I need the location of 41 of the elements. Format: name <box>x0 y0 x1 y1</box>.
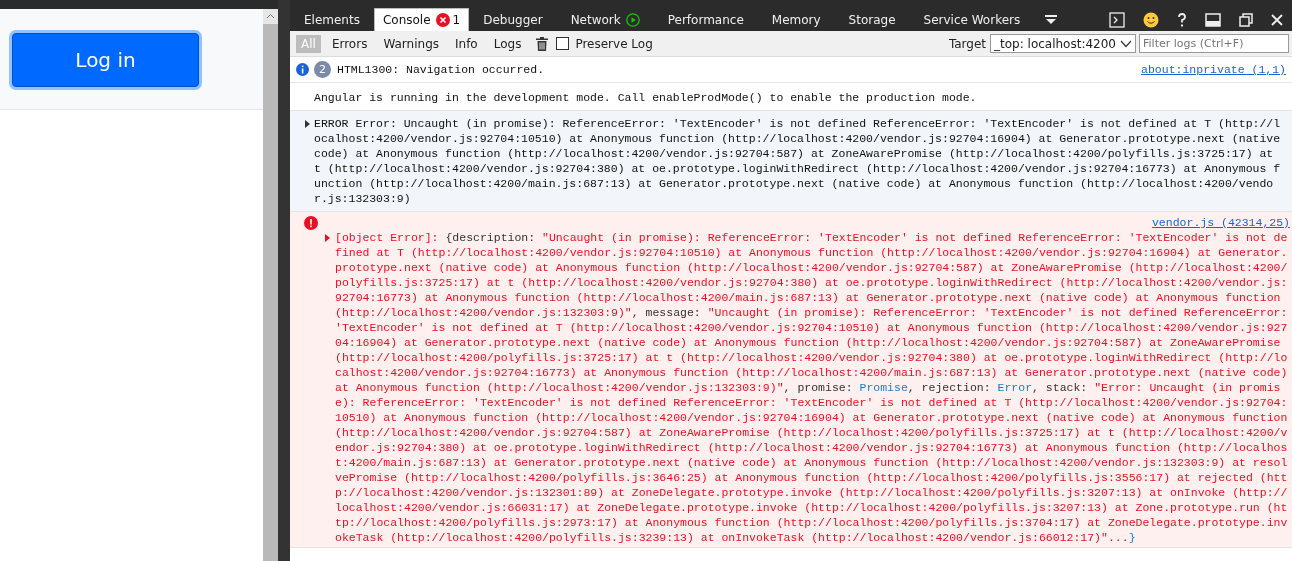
console-message: HTML1300: Navigation occurred. <box>337 62 546 77</box>
preserve-log-label: Preserve Log <box>575 36 653 51</box>
devtools-tab[interactable]: Service Workers <box>909 7 1035 32</box>
error-object-message: [object Error]: {description: "Uncaught (in promise): ReferenceError: 'TextEncoder' is not defined ReferenceError: 'TextEncoder' is not defined at T (http://localhost:4200/vendor.js:92704:10510) at Anonymous function (http://localhost:4200/vendor.js:92704:16904) at Generator.prototype.next (native code) at Anonymous function (http://localhost:4200/vendor.js:92704:587) at ZoneAwarePromise (http://localhost:4200/polyfills.js:3725:17) at t (http://localhost:4200/vendor.js:92704:380) at oe.prototype.loginWithRedirect (http://localhost:4200/vendor.js:92704:16773) at Anonymous function (http://localhost:4200/main.js:687:13) at Generator.prototype.next (native code) at Anonymous function (http://localhost:4200/vendor.js:132303:9)", message: "Uncaught (in promise): ReferenceError: 'TextEncoder' is not defined ReferenceError: 'TextEncoder' is not defined at T (http://localhost:4200/vendor.js:92704:10510) at Anonymous function (http://localhost:4200/vendor.js:92704:16904) at Generator.prototype.next (native code) at Anonymous function (http://localhost:4200/vendor.js:92704:587) at ZoneAwarePromise (http://localhost:4200/polyfills.js:3725:17) at t (http://localhost:4200/vendor.js:92704:380) at oe.prototype.loginWithRedirect (http://localhost:4200/vendor.js:92704:16773) at Anonymous function (http://localhost:4200/main.js:687:13) at Generator.prototype.next (native code) at Anonymous function (http://localhost:4200/vendor.js:132303:9)", promise: Promise, rejection: Error, stack: "Error: Uncaught (in promise): ReferenceError: 'TextEncoder' is not defined ReferenceError: 'TextEncoder' is not defined at T (http://localhost:4200/vendor.js:92704:10510) at Anonymous function (http://localhost:4200/vendor.js:92704:16904) at Generator.prototype.next (native code) at Anonymous function (http://localhost:4200/vendor.js:92704:587) at ZoneAwarePromise (http://localhost:4200/polyfills.js:3725:17) at t (http://localhost:4200/vendor.js:92704:380) at oe.prototype.loginWithRedirect (http://localhost:4200/vendor.js:92704:16773) at Anonymous function (http://localhost:4200/main.js:687:13) at Generator.prototype.next (native code) at Anonymous function (http://localhost:4200/vendor.js:132303:9) at resolvePromise (http://localhost:4200/polyfills.js:3646:25) at Anonymous function (http://localhost:4200/polyfills.js:3556:17) at rejected (http://localhost:4200/vendor.js:132301:89) at ZoneDelegate.prototype.invoke (http://localhost:4200/polyfills.js:3207:13) at onInvoke (http://localhost:4200/vendor.js:66031:17) at ZoneDelegate.prototype.invoke (http://localhost:4200/polyfills.js:3207:13) at Zone.prototype.run (http://localhost:4200/polyfills.js:2973:17) at Anonymous function (http://localhost:4200/polyfills.js:3704:17) at ZoneDelegate.prototype.invokeTask (http://localhost:4200/polyfills.js:3239:13) at onInvokeTask (http://localhost:4200/vendor.js:66012:17)"...} <box>335 230 1289 545</box>
source-link[interactable]: about:inprivate (1,1) <box>1141 62 1286 77</box>
trash-icon[interactable] <box>536 36 549 51</box>
scroll-up-icon[interactable] <box>263 9 278 24</box>
play-icon <box>625 12 640 27</box>
devtools-tab[interactable]: Memory <box>757 7 835 32</box>
message-count-badge: 2 <box>314 61 331 78</box>
console-message: Angular is running in the development mode. Call enableProdMode() to enable the production mode. <box>314 91 977 104</box>
info-icon <box>296 63 309 76</box>
filter-button[interactable]: Errors <box>326 34 373 53</box>
filter-button[interactable]: Info <box>450 34 483 53</box>
devtools-tab[interactable]: Console 1 <box>373 7 470 32</box>
scrollbar[interactable] <box>263 0 278 561</box>
devtools-tab[interactable]: Network <box>556 7 654 32</box>
devtools-tab[interactable]: Storage <box>834 7 910 32</box>
target-label: Target <box>948 36 987 51</box>
source-link[interactable]: vendor.js (42314,25) <box>1151 215 1290 230</box>
expand-caret-icon[interactable] <box>304 120 311 128</box>
target-dropdown[interactable]: _top: localhost:4200 <box>990 34 1136 53</box>
close-icon[interactable] <box>1271 13 1283 26</box>
restore-icon[interactable] <box>1239 12 1253 27</box>
devtools-tab[interactable]: Debugger <box>469 7 557 32</box>
more-tabs-icon[interactable] <box>1044 13 1059 26</box>
help-icon[interactable] <box>1177 12 1187 27</box>
devtools-tab[interactable]: Elements <box>290 7 374 32</box>
console-icon[interactable] <box>1109 11 1125 28</box>
filter-button[interactable]: Logs <box>488 34 527 53</box>
preserve-log-checkbox[interactable] <box>556 37 570 50</box>
filter-logs-field[interactable]: Filter logs (Ctrl+F) <box>1139 34 1289 53</box>
login-button[interactable]: Log in <box>12 33 199 87</box>
chevron-down-icon <box>1120 39 1132 48</box>
dock-icon[interactable] <box>1205 12 1221 27</box>
filter-button[interactable]: Warnings <box>378 34 444 53</box>
error-icon <box>304 215 318 230</box>
devtools-tab[interactable]: Performance <box>653 7 758 32</box>
error-icon <box>435 13 450 27</box>
smiley-icon[interactable] <box>1143 11 1159 28</box>
error-message: ERROR Error: Uncaught (in promise): ReferenceError: 'TextEncoder' is not defined ReferenceError: 'TextEncoder' is not defined at T (http://localhost:4200/vendor.js:92704:10510) at Anonymous function (http://localhost:4200/vendor.js:92704:16904) at Generator.prototype.next (native code) at Anonymous function (http://localhost:4200/vendor.js:92704:587) at ZoneAwarePromise (http://localhost:4200/polyfills.js:3725:17) at t (http://localhost:4200/vendor.js:92704:380) at oe.prototype.loginWithRedirect (http://localhost:4200/vendor.js:92704:16773) at Anonymous function (http://localhost:4200/main.js:687:13) at Generator.prototype.next (native code) at Anonymous function (http://localhost:4200/vendor.js:132303:9) <box>314 116 1282 206</box>
